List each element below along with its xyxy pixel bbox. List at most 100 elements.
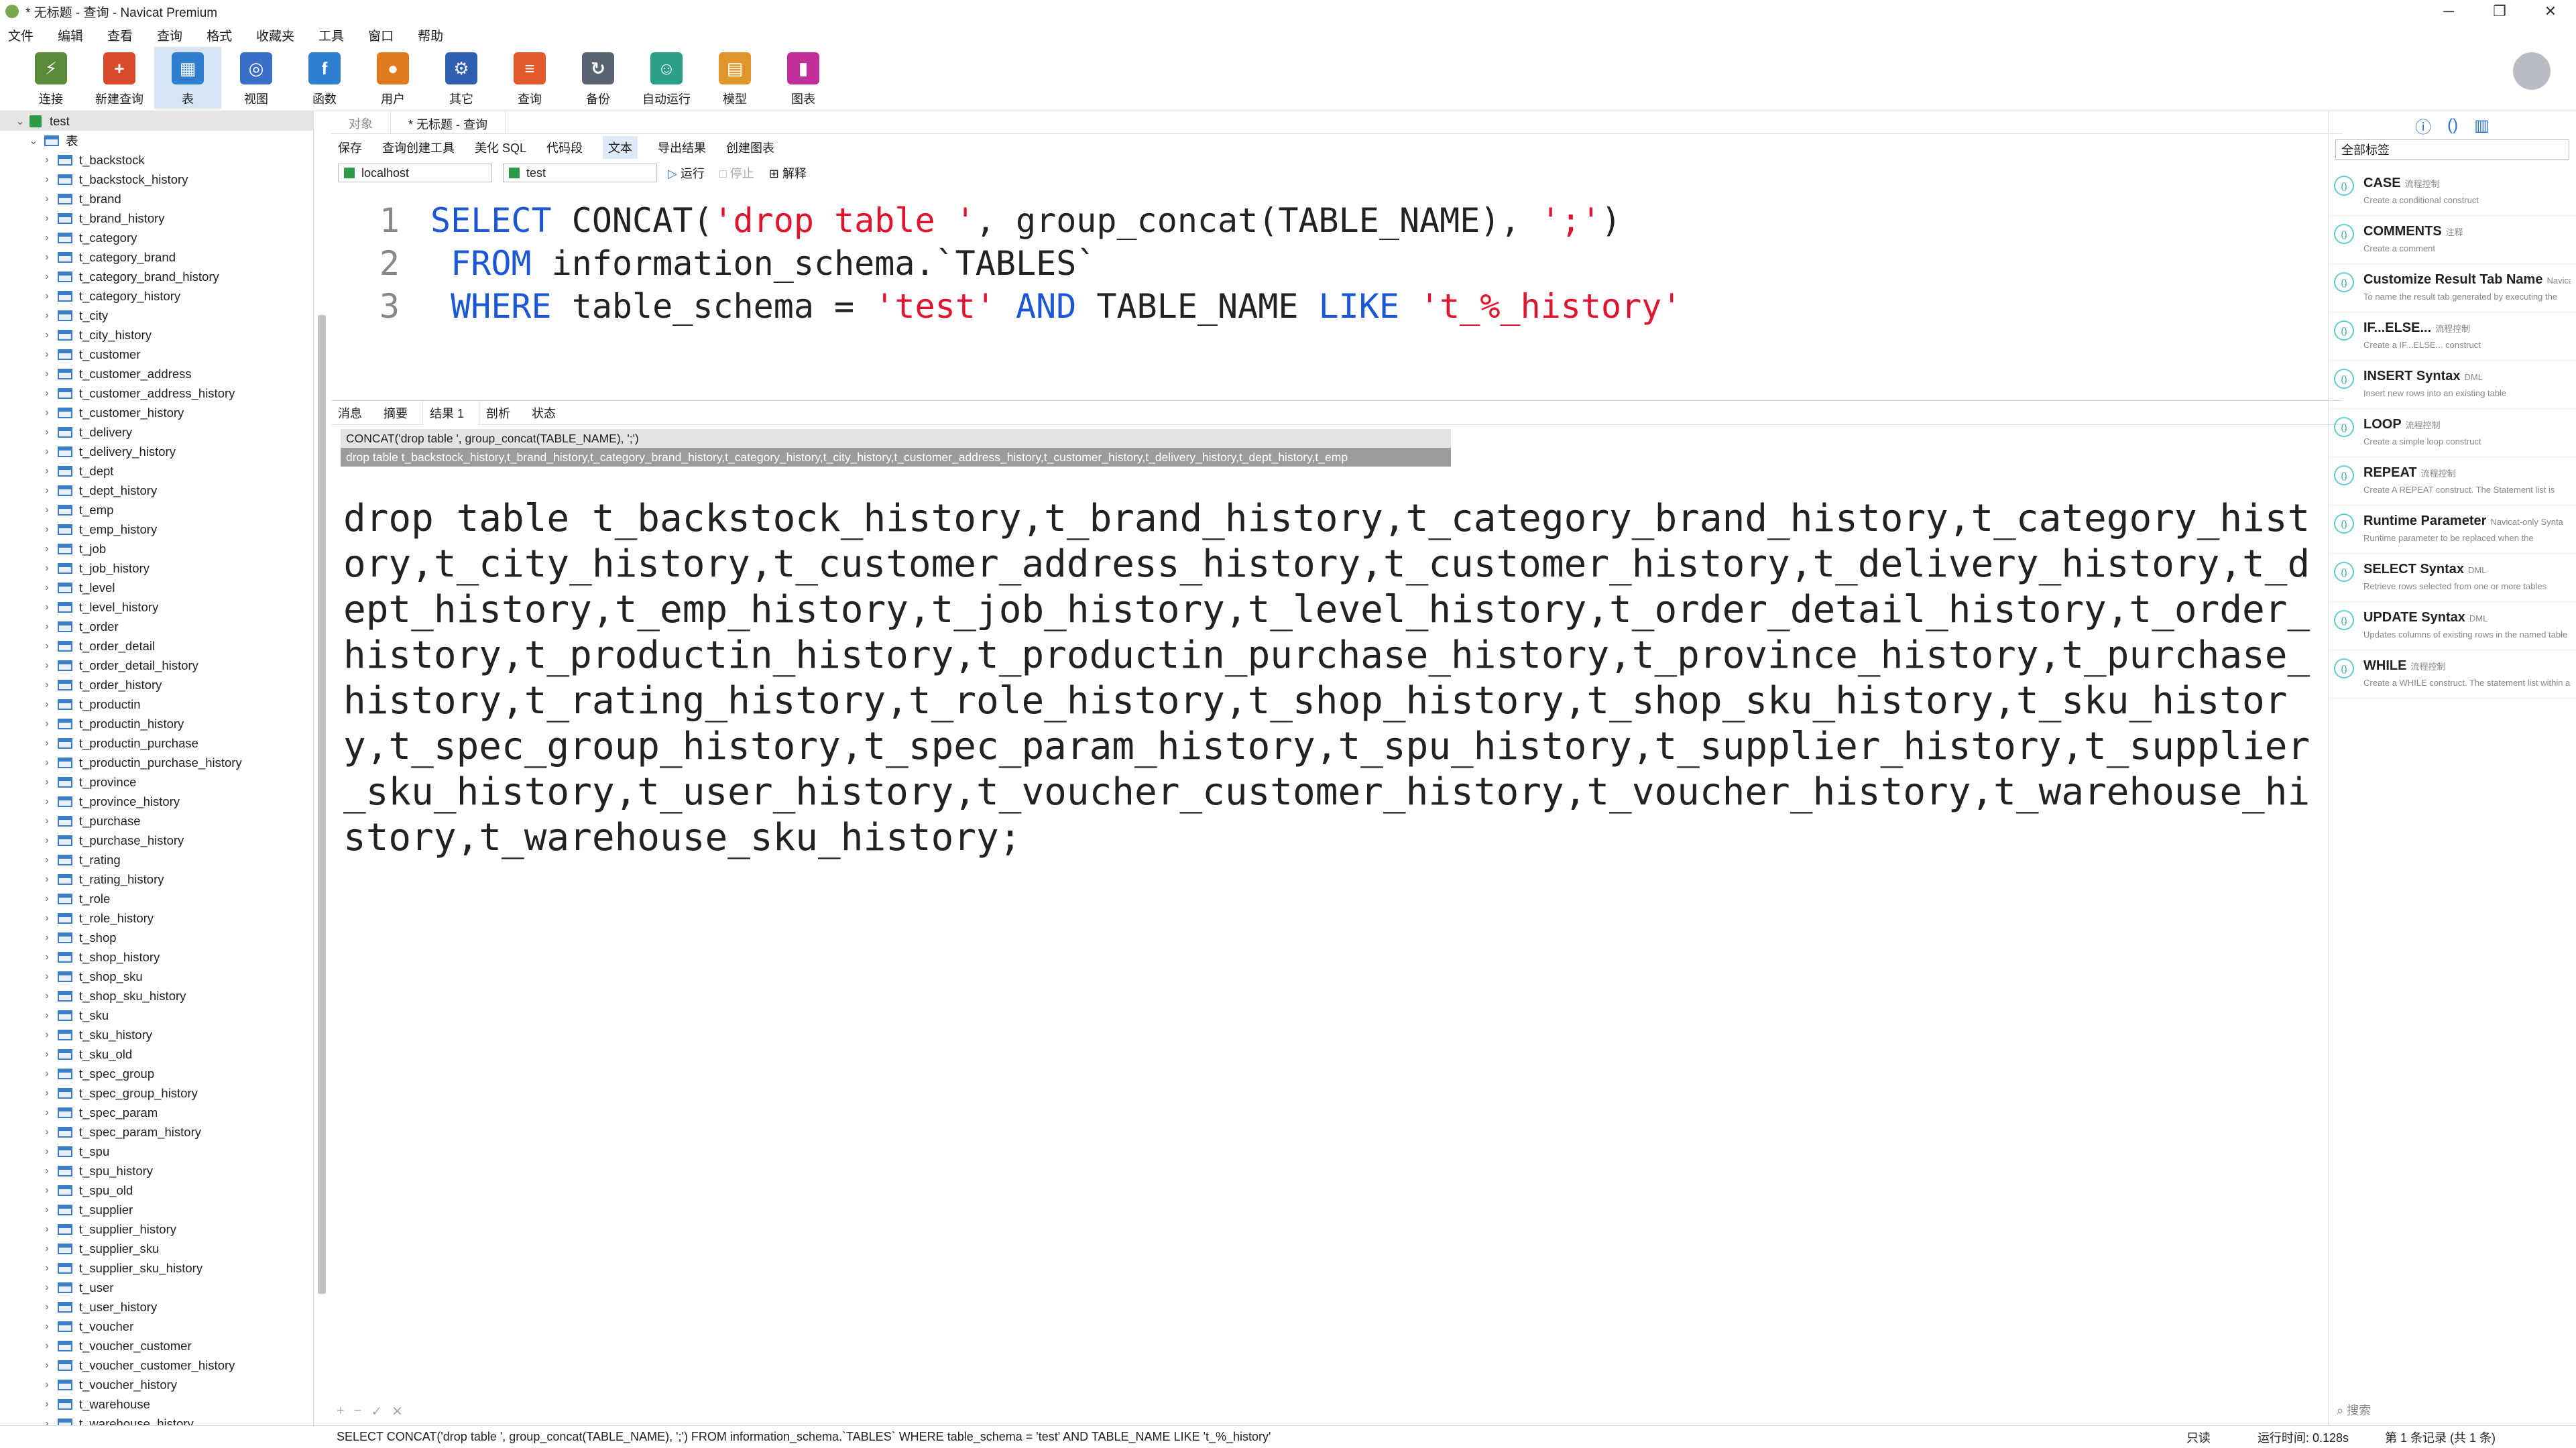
- snippet-search[interactable]: ⌕ 搜索: [2337, 1401, 2371, 1419]
- chevron-right-icon[interactable]: ›: [42, 640, 52, 652]
- grid-row[interactable]: drop table t_backstock_history,t_brand_h…: [341, 448, 1451, 467]
- tree-table-item[interactable]: › t_supplier_sku_history: [0, 1258, 313, 1278]
- tree-table-item[interactable]: › t_sku_history: [0, 1025, 313, 1044]
- menu-item[interactable]: 文件: [0, 26, 50, 44]
- toolbar-button[interactable]: ☺ 自动运行: [633, 47, 700, 109]
- tree-table-item[interactable]: › t_voucher_customer_history: [0, 1355, 313, 1375]
- delete-record-icon[interactable]: −: [354, 1404, 362, 1419]
- chevron-right-icon[interactable]: ›: [42, 562, 52, 575]
- chevron-right-icon[interactable]: ›: [42, 660, 52, 672]
- snippet-item[interactable]: () INSERT Syntax DML Insert new rows into a…: [2329, 361, 2576, 409]
- toolbar-button[interactable]: + 新建查询: [86, 47, 153, 109]
- tree-table-item[interactable]: › t_supplier_history: [0, 1219, 313, 1239]
- info-icon[interactable]: ⓘ: [2415, 114, 2431, 137]
- tree-table-item[interactable]: › t_backstock_history: [0, 170, 313, 189]
- tree-table-item[interactable]: › t_rating: [0, 850, 313, 869]
- chevron-down-icon[interactable]: ⌄: [15, 115, 25, 128]
- tree-table-item[interactable]: › t_role: [0, 889, 313, 908]
- save-button[interactable]: 保存: [338, 139, 362, 156]
- chevron-right-icon[interactable]: ›: [42, 387, 52, 400]
- tree-table-item[interactable]: › t_category: [0, 228, 313, 247]
- chevron-right-icon[interactable]: ›: [42, 1010, 52, 1022]
- result-tab[interactable]: 摘要: [377, 404, 422, 422]
- snippet-icon[interactable]: (): [2447, 116, 2458, 135]
- tree-table-item[interactable]: › t_shop: [0, 928, 313, 947]
- tree-table-item[interactable]: › t_job: [0, 539, 313, 558]
- chevron-right-icon[interactable]: ›: [42, 1223, 52, 1235]
- snippet-filter-select[interactable]: 全部标签: [2335, 139, 2569, 160]
- chevron-right-icon[interactable]: ›: [42, 1282, 52, 1294]
- user-avatar[interactable]: [2513, 52, 2551, 90]
- tree-table-item[interactable]: › t_voucher: [0, 1317, 313, 1336]
- chevron-right-icon[interactable]: ›: [42, 271, 52, 283]
- snippet-item[interactable]: () SELECT Syntax DML Retrieve rows selected…: [2329, 554, 2576, 602]
- tree-table-item[interactable]: › t_rating_history: [0, 869, 313, 889]
- toolbar-button[interactable]: ◎ 视图: [223, 47, 290, 109]
- chevron-right-icon[interactable]: ›: [42, 815, 52, 827]
- connection-select[interactable]: localhost: [338, 164, 492, 182]
- chevron-right-icon[interactable]: ›: [42, 426, 52, 438]
- snippet-item[interactable]: () COMMENTS 注释 Create a comment: [2329, 216, 2576, 264]
- tree-table-item[interactable]: › t_shop_sku_history: [0, 986, 313, 1006]
- tree-table-item[interactable]: › t_productin_purchase_history: [0, 753, 313, 772]
- chevron-right-icon[interactable]: ›: [42, 1379, 52, 1391]
- tree-table-item[interactable]: › t_category_history: [0, 286, 313, 306]
- tree-table-item[interactable]: › t_voucher_history: [0, 1375, 313, 1394]
- stop-button[interactable]: □ 停止: [719, 164, 754, 182]
- tree-table-item[interactable]: › t_province_history: [0, 792, 313, 811]
- tree-table-item[interactable]: › t_user_history: [0, 1297, 313, 1317]
- tree-table-item[interactable]: › t_user: [0, 1278, 313, 1297]
- chevron-right-icon[interactable]: ›: [42, 796, 52, 808]
- maximize-icon[interactable]: ❐: [2474, 0, 2525, 23]
- result-text-view[interactable]: drop table t_backstock_history,t_brand_h…: [343, 496, 2323, 861]
- chevron-right-icon[interactable]: ›: [42, 1146, 52, 1158]
- chevron-right-icon[interactable]: ›: [42, 290, 52, 302]
- toolbar-button[interactable]: ● 用户: [359, 47, 426, 109]
- create-chart-button[interactable]: 创建图表: [726, 139, 774, 156]
- tree-table-item[interactable]: › t_city_history: [0, 325, 313, 345]
- chevron-right-icon[interactable]: ›: [42, 1243, 52, 1255]
- chevron-right-icon[interactable]: ›: [42, 1301, 52, 1313]
- tree-table-item[interactable]: › t_customer: [0, 345, 313, 364]
- tree-table-item[interactable]: › t_province: [0, 772, 313, 792]
- run-button[interactable]: ▷ 运行: [668, 164, 705, 182]
- chevron-right-icon[interactable]: ›: [42, 699, 52, 711]
- chevron-right-icon[interactable]: ›: [42, 582, 52, 594]
- chevron-right-icon[interactable]: ›: [42, 154, 52, 166]
- chevron-right-icon[interactable]: ›: [42, 1048, 52, 1061]
- chevron-right-icon[interactable]: ›: [42, 621, 52, 633]
- tree-table-item[interactable]: › t_customer_address: [0, 364, 313, 383]
- tree-scrollbar[interactable]: [318, 315, 326, 1294]
- tree-table-item[interactable]: › t_category_brand: [0, 247, 313, 267]
- menu-item[interactable]: 工具: [310, 26, 360, 44]
- tree-table-item[interactable]: › t_brand: [0, 189, 313, 208]
- result-tab[interactable]: 剖析: [479, 404, 525, 422]
- sql-line-3[interactable]: WHERE table_schema = 'test' AND TABLE_NA…: [430, 287, 1682, 326]
- result-tab[interactable]: 消息: [331, 404, 377, 422]
- chevron-right-icon[interactable]: ›: [42, 174, 52, 186]
- tree-table-item[interactable]: › t_warehouse: [0, 1394, 313, 1414]
- sql-line-2[interactable]: FROM information_schema.`TABLES`: [430, 244, 1096, 283]
- chevron-right-icon[interactable]: ›: [42, 679, 52, 691]
- toolbar-button[interactable]: ▤ 模型: [701, 47, 768, 109]
- chevron-right-icon[interactable]: ›: [42, 1360, 52, 1372]
- apply-icon[interactable]: ✓: [371, 1403, 382, 1420]
- toolbar-button[interactable]: ▮ 图表: [770, 47, 837, 109]
- tree-table-item[interactable]: › t_supplier: [0, 1200, 313, 1219]
- tree-table-item[interactable]: › t_voucher_customer: [0, 1336, 313, 1355]
- menu-item[interactable]: 查看: [99, 26, 149, 44]
- result-tab[interactable]: 结果 1: [422, 400, 480, 425]
- tree-table-item[interactable]: › t_order: [0, 617, 313, 636]
- chevron-right-icon[interactable]: ›: [42, 193, 52, 205]
- chevron-right-icon[interactable]: ›: [42, 718, 52, 730]
- chevron-right-icon[interactable]: ›: [42, 971, 52, 983]
- chevron-right-icon[interactable]: ›: [42, 310, 52, 322]
- tab-query[interactable]: * 无标题 - 查询: [390, 111, 506, 133]
- chevron-right-icon[interactable]: ›: [42, 893, 52, 905]
- query-builder-button[interactable]: 查询创建工具: [382, 139, 455, 156]
- tree-table-item[interactable]: › t_job_history: [0, 558, 313, 578]
- tree-table-item[interactable]: › t_city: [0, 306, 313, 325]
- tree-table-item[interactable]: › t_spec_param: [0, 1103, 313, 1122]
- chevron-right-icon[interactable]: ›: [42, 776, 52, 788]
- tree-table-item[interactable]: › t_dept: [0, 461, 313, 481]
